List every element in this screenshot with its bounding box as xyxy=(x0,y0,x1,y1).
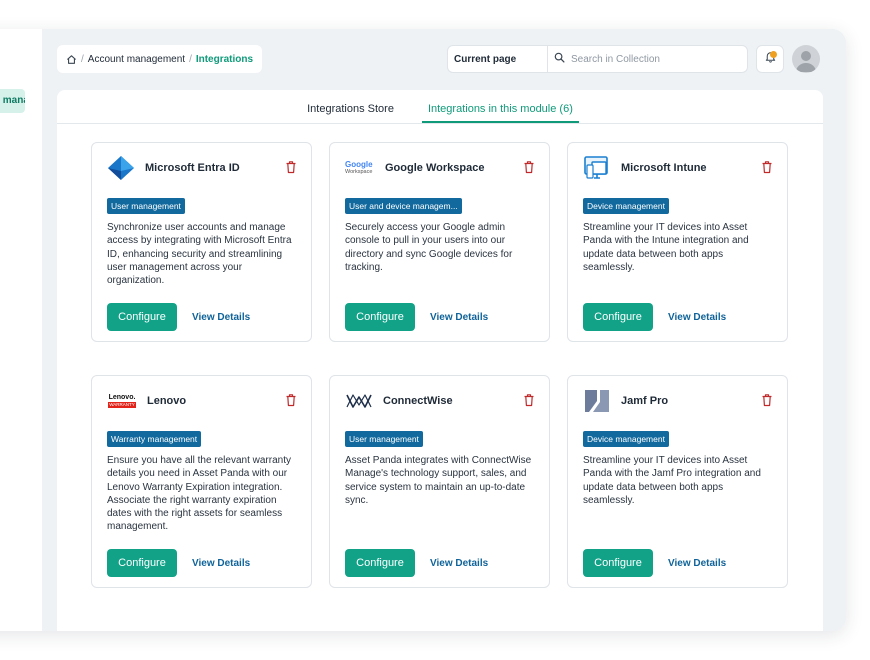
search-field xyxy=(548,52,747,66)
trash-icon[interactable] xyxy=(285,393,297,407)
tab-bar: Integrations Store Integrations in this … xyxy=(57,90,823,124)
category-badge: Device management xyxy=(583,431,669,447)
left-sidebar: Account management xyxy=(0,29,42,631)
integration-card-intune: Microsoft Intune Device management Strea… xyxy=(567,142,788,342)
card-title: Microsoft Entra ID xyxy=(145,162,240,174)
category-badge: Device management xyxy=(583,198,669,214)
tab-integrations-store[interactable]: Integrations Store xyxy=(301,103,400,123)
avatar[interactable] xyxy=(792,45,820,73)
breadcrumb-separator: / xyxy=(189,53,192,65)
trash-icon[interactable] xyxy=(761,160,773,174)
sidebar-item-account-management[interactable]: Account management xyxy=(0,89,25,113)
trash-icon[interactable] xyxy=(285,160,297,174)
configure-button[interactable]: Configure xyxy=(107,549,177,577)
breadcrumb-current: Integrations xyxy=(195,53,254,65)
card-description: Streamline your IT devices into Asset Pa… xyxy=(583,455,761,506)
view-details-link[interactable]: View Details xyxy=(430,303,488,331)
search-scope-select[interactable]: Current page xyxy=(448,46,548,72)
card-title: Lenovo xyxy=(147,395,187,407)
configure-button[interactable]: Configure xyxy=(583,549,653,577)
category-badge: User management xyxy=(107,198,185,214)
view-details-link[interactable]: View Details xyxy=(430,549,488,577)
home-icon[interactable] xyxy=(66,54,77,65)
configure-button[interactable]: Configure xyxy=(107,303,177,331)
jamf-logo xyxy=(583,388,611,414)
category-badge: Warranty management xyxy=(107,431,202,447)
category-badge: User and device managem... xyxy=(345,198,462,214)
intune-logo xyxy=(583,155,611,181)
lenovo-logo: Lenovo. WARRANTY xyxy=(107,388,137,414)
view-details-link[interactable]: View Details xyxy=(192,303,250,331)
card-title: Microsoft Intune xyxy=(621,162,707,174)
view-details-link[interactable]: View Details xyxy=(192,549,250,577)
trash-icon[interactable] xyxy=(523,160,535,174)
top-bar: / Account management / Integrations Curr… xyxy=(57,45,826,73)
breadcrumb-item-account-management[interactable]: Account management xyxy=(88,54,185,65)
workspace-logo-text: Workspace xyxy=(345,169,373,175)
trash-icon[interactable] xyxy=(761,393,773,407)
configure-button[interactable]: Configure xyxy=(583,303,653,331)
card-description: Streamline your IT devices into Asset Pa… xyxy=(583,222,749,273)
integration-card-connectwise: ConnectWise User management Asset Panda … xyxy=(329,375,550,588)
card-description: Synchronize user accounts and manage acc… xyxy=(107,222,292,287)
integration-card-google-workspace: Google Workspace Google Workspace User a… xyxy=(329,142,550,342)
lenovo-logo-text: Lenovo. xyxy=(108,394,136,401)
card-description: Asset Panda integrates with ConnectWise … xyxy=(345,455,532,506)
configure-button[interactable]: Configure xyxy=(345,549,415,577)
view-details-link[interactable]: View Details xyxy=(668,549,726,577)
card-title: Jamf Pro xyxy=(621,395,669,407)
integration-card-entra-id: Microsoft Entra ID User management Synch… xyxy=(91,142,312,342)
warranty-logo-text: WARRANTY xyxy=(108,402,136,408)
card-description: Securely access your Google admin consol… xyxy=(345,222,513,273)
main-content: Integrations Store Integrations in this … xyxy=(57,90,823,631)
card-title: Google Workspace xyxy=(385,162,485,174)
app-window: Account management / Account management … xyxy=(0,29,846,631)
sidebar-item-label: Account management xyxy=(0,95,25,106)
notification-dot xyxy=(770,51,777,58)
search-icon xyxy=(554,52,565,66)
card-description: Ensure you have all the relevant warrant… xyxy=(107,455,291,533)
notifications-button[interactable] xyxy=(756,45,784,73)
category-badge: User management xyxy=(345,431,423,447)
entra-id-logo xyxy=(107,155,135,181)
integration-card-jamf-pro: Jamf Pro Device management Streamline yo… xyxy=(567,375,788,588)
trash-icon[interactable] xyxy=(523,393,535,407)
breadcrumb-separator: / xyxy=(81,53,84,65)
google-workspace-logo: Google Workspace xyxy=(345,155,375,181)
configure-button[interactable]: Configure xyxy=(345,303,415,331)
card-title: ConnectWise xyxy=(383,395,453,407)
connectwise-logo xyxy=(345,388,373,414)
tab-integrations-in-module[interactable]: Integrations in this module (6) xyxy=(421,103,579,123)
search-input[interactable] xyxy=(571,53,741,65)
integration-card-lenovo: Lenovo. WARRANTY Lenovo Warranty managem… xyxy=(91,375,312,588)
search-group: Current page xyxy=(447,45,748,73)
breadcrumb: / Account management / Integrations xyxy=(57,45,263,73)
view-details-link[interactable]: View Details xyxy=(668,303,726,331)
google-logo-text: Google xyxy=(345,160,373,169)
